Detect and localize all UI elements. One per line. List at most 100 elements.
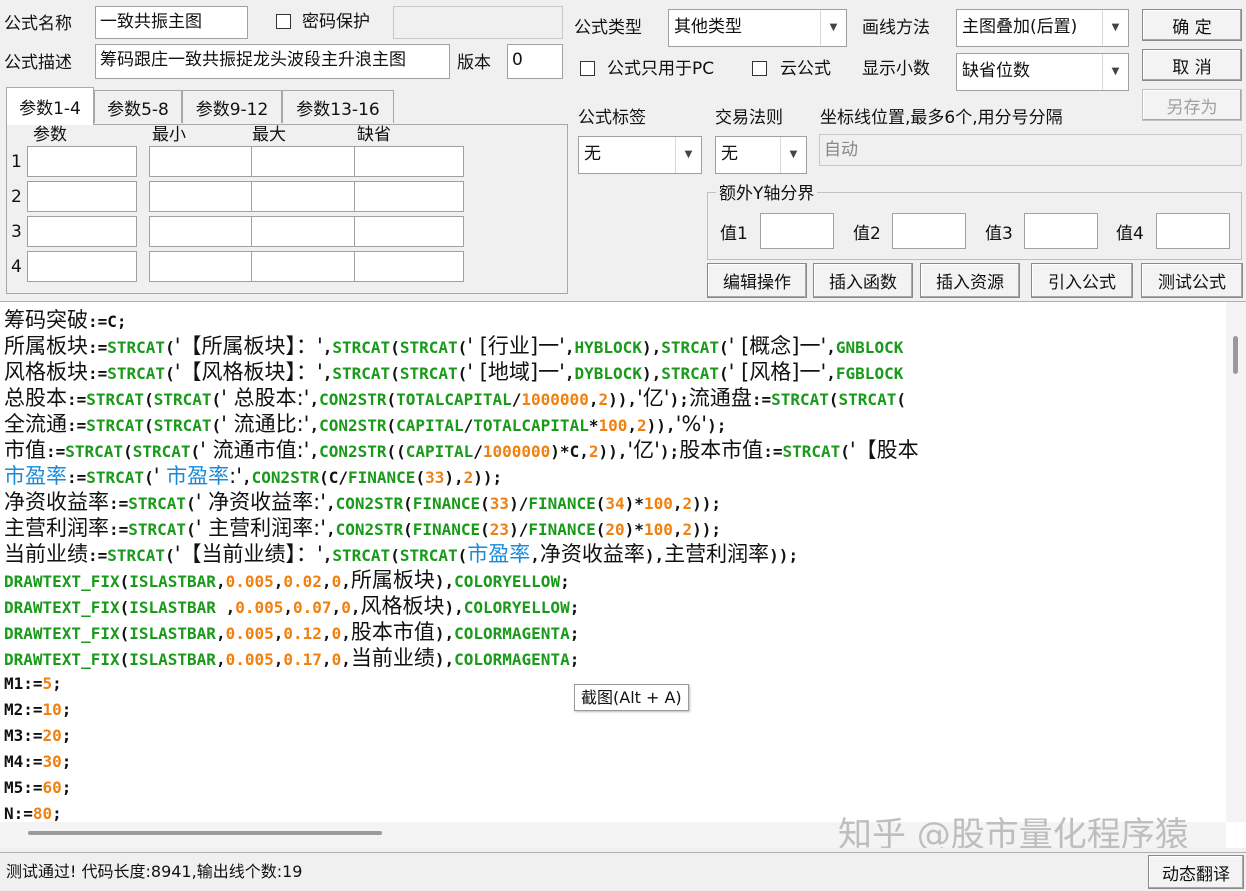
value4-label: 值4 xyxy=(1116,224,1144,244)
param-min-input[interactable] xyxy=(149,146,259,177)
import-formula-button[interactable]: 引入公式 xyxy=(1031,263,1133,298)
code-line: DRAWTEXT_FIX(ISLASTBAR ,0.005,0.07,0,风格板… xyxy=(4,594,580,618)
value4-input[interactable] xyxy=(1156,213,1230,249)
test-formula-button[interactable]: 测试公式 xyxy=(1141,263,1243,298)
value1-input[interactable] xyxy=(760,213,834,249)
code-line: DRAWTEXT_FIX(ISLASTBAR,0.005,0.12,0,股本市值… xyxy=(4,620,580,644)
code-line: 市值:=STRCAT(STRCAT(' 流通市值:',CON2STR((CAPI… xyxy=(4,438,919,462)
trade-rule-select[interactable]: 无 ▼ xyxy=(715,136,807,174)
param-min-input[interactable] xyxy=(149,181,259,212)
edit-operation-button[interactable]: 编辑操作 xyxy=(707,263,807,298)
param-row-number: 1 xyxy=(11,152,22,172)
param-max-input[interactable] xyxy=(251,146,361,177)
value3-input[interactable] xyxy=(1024,213,1098,249)
formula-tag-value: 无 xyxy=(584,144,601,164)
param-name-input[interactable] xyxy=(27,146,137,177)
decimal-select[interactable]: 缺省位数 ▼ xyxy=(956,53,1129,91)
param-row-number: 3 xyxy=(11,222,22,242)
code-line: M1:=5; xyxy=(4,674,62,693)
code-line: 所属板块:=STRCAT('【所属板块】：',STRCAT(STRCAT(' [… xyxy=(4,334,904,358)
value2-label: 值2 xyxy=(853,224,881,244)
ok-button[interactable]: 确 定 xyxy=(1142,9,1242,41)
watermark: 知乎 @股市量化程序猿 xyxy=(838,815,1189,848)
code-editor[interactable]: 筹码突破:=C; 所属板块:=STRCAT('【所属板块】：',STRCAT(S… xyxy=(0,301,1246,848)
param-name-input[interactable] xyxy=(27,216,137,247)
cancel-button[interactable]: 取 消 xyxy=(1142,49,1242,81)
code-line: 当前业绩:=STRCAT('【当前业绩】：',STRCAT(STRCAT(市盈率… xyxy=(4,542,799,566)
tab-params-9-12[interactable]: 参数9-12 xyxy=(182,90,282,123)
formula-desc-input[interactable]: 筹码跟庄一致共振捉龙头波段主升浪主图 xyxy=(95,44,450,79)
formula-tag-label: 公式标签 xyxy=(578,108,646,128)
code-line: 主营利润率:=STRCAT(' 主营利润率:',CON2STR(FINANCE(… xyxy=(4,516,722,540)
password-input[interactable] xyxy=(393,6,563,39)
code-line: M4:=30; xyxy=(4,752,72,771)
code-line: DRAWTEXT_FIX(ISLASTBAR,0.005,0.17,0,当前业绩… xyxy=(4,646,580,670)
pc-only-checkbox[interactable] xyxy=(580,61,595,76)
param-default-input[interactable] xyxy=(354,146,464,177)
pc-only-label: 公式只用于PC xyxy=(607,59,715,79)
draw-method-value: 主图叠加(后置) xyxy=(962,17,1078,37)
decimal-value: 缺省位数 xyxy=(962,61,1030,81)
draw-method-select[interactable]: 主图叠加(后置) ▼ xyxy=(956,9,1129,47)
param-row-number: 2 xyxy=(11,187,22,207)
version-input[interactable]: 0 xyxy=(507,44,563,79)
formula-tag-select[interactable]: 无 ▼ xyxy=(578,136,702,174)
decimal-label: 显示小数 xyxy=(862,59,930,79)
code-line: M2:=10; xyxy=(4,700,72,719)
coord-line-label: 坐标线位置,最多6个,用分号分隔 xyxy=(820,108,1063,128)
code-line: 净资收益率:=STRCAT(' 净资收益率:',CON2STR(FINANCE(… xyxy=(4,490,722,514)
vertical-scrollbar-thumb[interactable] xyxy=(1233,336,1238,374)
param-header-default: 缺省 xyxy=(357,125,391,145)
chevron-down-icon: ▼ xyxy=(1102,10,1128,46)
status-bar: 测试通过! 代码长度:8941,输出线个数:19 动态翻译 xyxy=(0,852,1246,891)
trade-rule-label: 交易法则 xyxy=(715,108,783,128)
formula-type-select[interactable]: 其他类型 ▼ xyxy=(668,9,847,47)
param-row-number: 4 xyxy=(11,257,22,277)
chevron-down-icon: ▼ xyxy=(1102,54,1128,90)
param-max-input[interactable] xyxy=(251,216,361,247)
param-name-input[interactable] xyxy=(27,181,137,212)
password-checkbox[interactable] xyxy=(276,14,291,29)
tab-params-13-16[interactable]: 参数13-16 xyxy=(282,90,394,123)
tab-params-5-8[interactable]: 参数5-8 xyxy=(94,90,182,123)
password-label: 密码保护 xyxy=(302,12,370,32)
code-line: 全流通:=STRCAT(STRCAT(' 流通比:',CON2STR(CAPIT… xyxy=(4,412,727,436)
param-min-input[interactable] xyxy=(149,251,259,282)
dynamic-translate-button[interactable]: 动态翻译 xyxy=(1148,855,1244,889)
formula-name-label: 公式名称 xyxy=(4,14,72,34)
horizontal-scrollbar-thumb[interactable] xyxy=(28,831,382,835)
draw-method-label: 画线方法 xyxy=(862,18,930,38)
coord-line-input[interactable]: 自动 xyxy=(819,134,1242,166)
save-as-button[interactable]: 另存为 xyxy=(1142,89,1242,121)
param-max-input[interactable] xyxy=(251,181,361,212)
chevron-down-icon: ▼ xyxy=(820,10,846,46)
param-header-max: 最大 xyxy=(252,125,286,145)
insert-function-button[interactable]: 插入函数 xyxy=(813,263,913,298)
param-name-input[interactable] xyxy=(27,251,137,282)
code-line: M3:=20; xyxy=(4,726,72,745)
formula-desc-label: 公式描述 xyxy=(4,53,72,73)
param-header-name: 参数 xyxy=(33,125,67,145)
param-default-input[interactable] xyxy=(354,181,464,212)
code-line: 筹码突破:=C; xyxy=(4,308,127,332)
param-default-input[interactable] xyxy=(354,251,464,282)
trade-rule-value: 无 xyxy=(721,144,738,164)
param-min-input[interactable] xyxy=(149,216,259,247)
tab-params-1-4[interactable]: 参数1-4 xyxy=(6,87,94,125)
cloud-checkbox[interactable] xyxy=(752,61,767,76)
param-max-input[interactable] xyxy=(251,251,361,282)
param-default-input[interactable] xyxy=(354,216,464,247)
insert-resource-button[interactable]: 插入资源 xyxy=(920,263,1020,298)
vertical-scrollbar[interactable] xyxy=(1226,302,1246,822)
status-text: 测试通过! 代码长度:8941,输出线个数:19 xyxy=(6,862,303,881)
formula-name-input[interactable]: 一致共振主图 xyxy=(95,6,248,39)
code-line: DRAWTEXT_FIX(ISLASTBAR,0.005,0.02,0,所属板块… xyxy=(4,568,570,592)
code-line: 总股本:=STRCAT(STRCAT(' 总股本:',CON2STR(TOTAL… xyxy=(4,386,906,410)
chevron-down-icon: ▼ xyxy=(675,137,701,173)
param-header-min: 最小 xyxy=(152,125,186,145)
screenshot-tooltip: 截图(Alt + A) xyxy=(574,684,689,711)
formula-type-value: 其他类型 xyxy=(674,17,742,37)
value2-input[interactable] xyxy=(892,213,966,249)
chevron-down-icon: ▼ xyxy=(780,137,806,173)
y-axis-group-label: 额外Y轴分界 xyxy=(716,183,818,205)
